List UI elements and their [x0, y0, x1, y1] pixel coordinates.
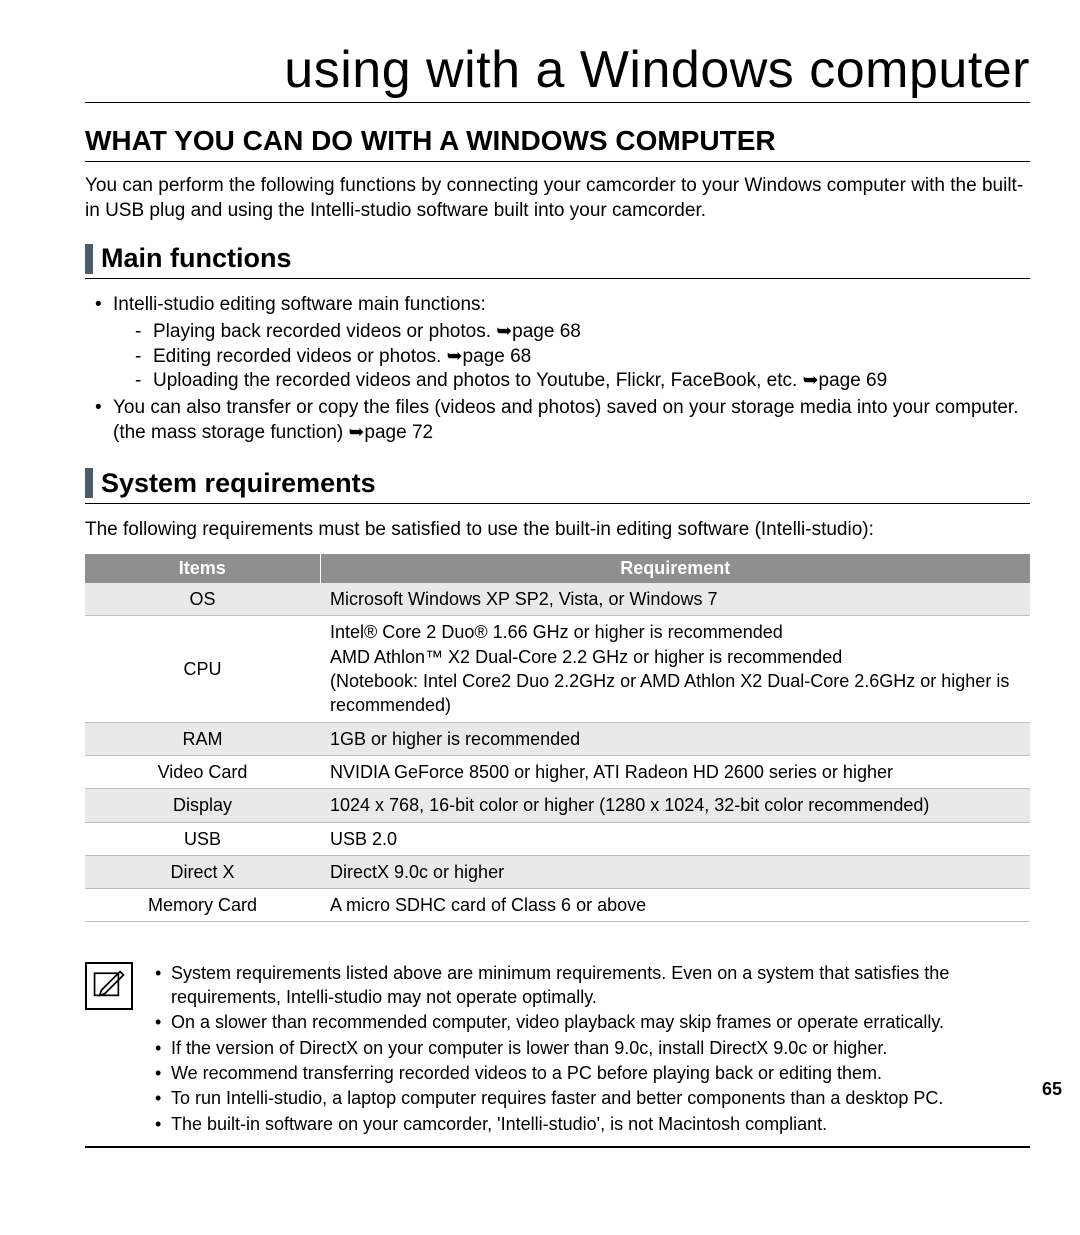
note-item: System requirements listed above are min…	[151, 962, 1030, 1009]
note-box: System requirements listed above are min…	[85, 962, 1030, 1148]
table-cell-item: CPU	[85, 616, 320, 722]
table-cell-requirement: A micro SDHC card of Class 6 or above	[320, 889, 1030, 922]
table-header-items: Items	[85, 554, 320, 583]
table-cell-requirement: 1024 x 768, 16-bit color or higher (1280…	[320, 789, 1030, 822]
note-icon	[85, 962, 133, 1010]
heading-bar-icon	[85, 244, 93, 274]
list-item: Playing back recorded videos or photos. …	[135, 320, 1030, 345]
table-cell-item: RAM	[85, 722, 320, 755]
note-item: The built-in software on your camcorder,…	[151, 1113, 1030, 1136]
intro-paragraph: You can perform the following functions …	[85, 174, 1030, 223]
heading-text: Main functions	[101, 243, 292, 274]
table-cell-requirement: USB 2.0	[320, 822, 1030, 855]
table-cell-requirement: Intel® Core 2 Duo® 1.66 GHz or higher is…	[320, 616, 1030, 722]
table-cell-item: USB	[85, 822, 320, 855]
notes-list: System requirements listed above are min…	[151, 962, 1030, 1138]
list-item: Intelli-studio editing software main fun…	[85, 293, 1030, 394]
table-cell-requirement: 1GB or higher is recommended	[320, 722, 1030, 755]
table-cell-item: Video Card	[85, 755, 320, 788]
note-item: On a slower than recommended computer, v…	[151, 1011, 1030, 1034]
table-cell-requirement: NVIDIA GeForce 8500 or higher, ATI Radeo…	[320, 755, 1030, 788]
section-heading: WHAT YOU CAN DO WITH A WINDOWS COMPUTER	[85, 125, 1030, 162]
table-cell-item: Display	[85, 789, 320, 822]
heading-text: System requirements	[101, 468, 376, 499]
note-item: We recommend transferring recorded video…	[151, 1062, 1030, 1085]
table-cell-item: Direct X	[85, 855, 320, 888]
list-item: Uploading the recorded videos and photos…	[135, 369, 1030, 394]
list-item: Editing recorded videos or photos. ➥page…	[135, 345, 1030, 370]
note-item: To run Intelli-studio, a laptop computer…	[151, 1087, 1030, 1110]
page-number: 65	[1042, 1079, 1062, 1100]
system-requirements-intro: The following requirements must be satis…	[85, 518, 1030, 543]
requirements-table: Items Requirement OSMicrosoft Windows XP…	[85, 554, 1030, 922]
list-item: You can also transfer or copy the files …	[85, 396, 1030, 445]
heading-bar-icon	[85, 468, 93, 498]
system-requirements-heading: System requirements	[85, 468, 1030, 504]
main-functions-heading: Main functions	[85, 243, 1030, 279]
note-item: If the version of DirectX on your comput…	[151, 1037, 1030, 1060]
page-title: using with a Windows computer	[85, 40, 1030, 103]
table-cell-item: Memory Card	[85, 889, 320, 922]
list-text: Intelli-studio editing software main fun…	[113, 294, 486, 315]
table-cell-requirement: Microsoft Windows XP SP2, Vista, or Wind…	[320, 583, 1030, 616]
table-header-requirement: Requirement	[320, 554, 1030, 583]
table-cell-requirement: DirectX 9.0c or higher	[320, 855, 1030, 888]
table-cell-item: OS	[85, 583, 320, 616]
main-functions-list: Intelli-studio editing software main fun…	[85, 293, 1030, 445]
